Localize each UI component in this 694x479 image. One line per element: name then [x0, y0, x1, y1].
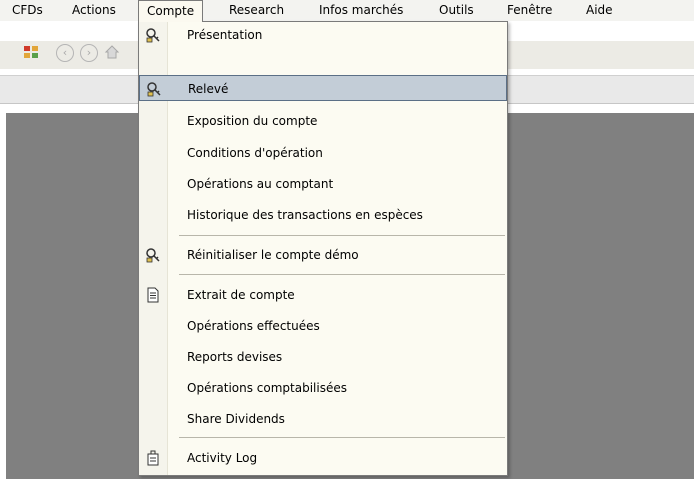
forward-arrow-icon[interactable]: ›: [80, 44, 98, 62]
menu-bar: CFDs Actions Compte Research Infos march…: [0, 0, 694, 22]
menu-outils[interactable]: Outils: [431, 0, 482, 21]
menu-item-share-dividends[interactable]: Share Dividends: [139, 406, 507, 432]
compte-dropdown-menu: Présentation Relevé Exposition du compte…: [138, 21, 508, 476]
home-icon[interactable]: [104, 44, 120, 60]
menu-item-operations-effectuees[interactable]: Opérations effectuées: [139, 313, 507, 339]
menu-item-activity-log[interactable]: Activity Log: [139, 445, 507, 471]
menu-item-operations-comptabilisees[interactable]: Opérations comptabilisées: [139, 375, 507, 401]
menu-actions[interactable]: Actions: [64, 0, 124, 21]
log-icon: [145, 450, 161, 466]
document-icon: [145, 287, 161, 303]
back-arrow-icon[interactable]: ‹: [56, 44, 74, 62]
menu-item-conditions-operation[interactable]: Conditions d'opération: [139, 140, 507, 166]
menu-item-historique-transactions[interactable]: Historique des transactions en espèces: [139, 202, 507, 228]
menu-cfds[interactable]: CFDs: [4, 0, 51, 21]
account-keys-icon: [145, 247, 161, 263]
menu-separator: [179, 235, 505, 236]
menu-item-reports-devises[interactable]: Reports devises: [139, 344, 507, 370]
app-status-icon[interactable]: [23, 44, 39, 60]
menu-aide[interactable]: Aide: [578, 0, 621, 21]
account-keys-icon: [146, 81, 162, 97]
menu-compte[interactable]: Compte: [138, 0, 204, 22]
menu-fenetre[interactable]: Fenêtre: [499, 0, 560, 21]
menu-separator: [179, 274, 505, 275]
menu-item-operations-au-comptant[interactable]: Opérations au comptant: [139, 171, 507, 197]
account-keys-icon: [145, 27, 161, 43]
menu-item-presentation[interactable]: Présentation: [139, 22, 507, 48]
menu-item-releve[interactable]: Relevé: [139, 75, 507, 101]
menu-item-extrait-de-compte[interactable]: Extrait de compte: [139, 282, 507, 308]
menu-separator: [179, 437, 505, 438]
menu-research[interactable]: Research: [221, 0, 292, 21]
menu-item-exposition-du-compte[interactable]: Exposition du compte: [139, 108, 507, 134]
menu-infos-marches[interactable]: Infos marchés: [311, 0, 411, 21]
menu-item-reinitialiser-compte-demo[interactable]: Réinitialiser le compte démo: [139, 242, 507, 268]
